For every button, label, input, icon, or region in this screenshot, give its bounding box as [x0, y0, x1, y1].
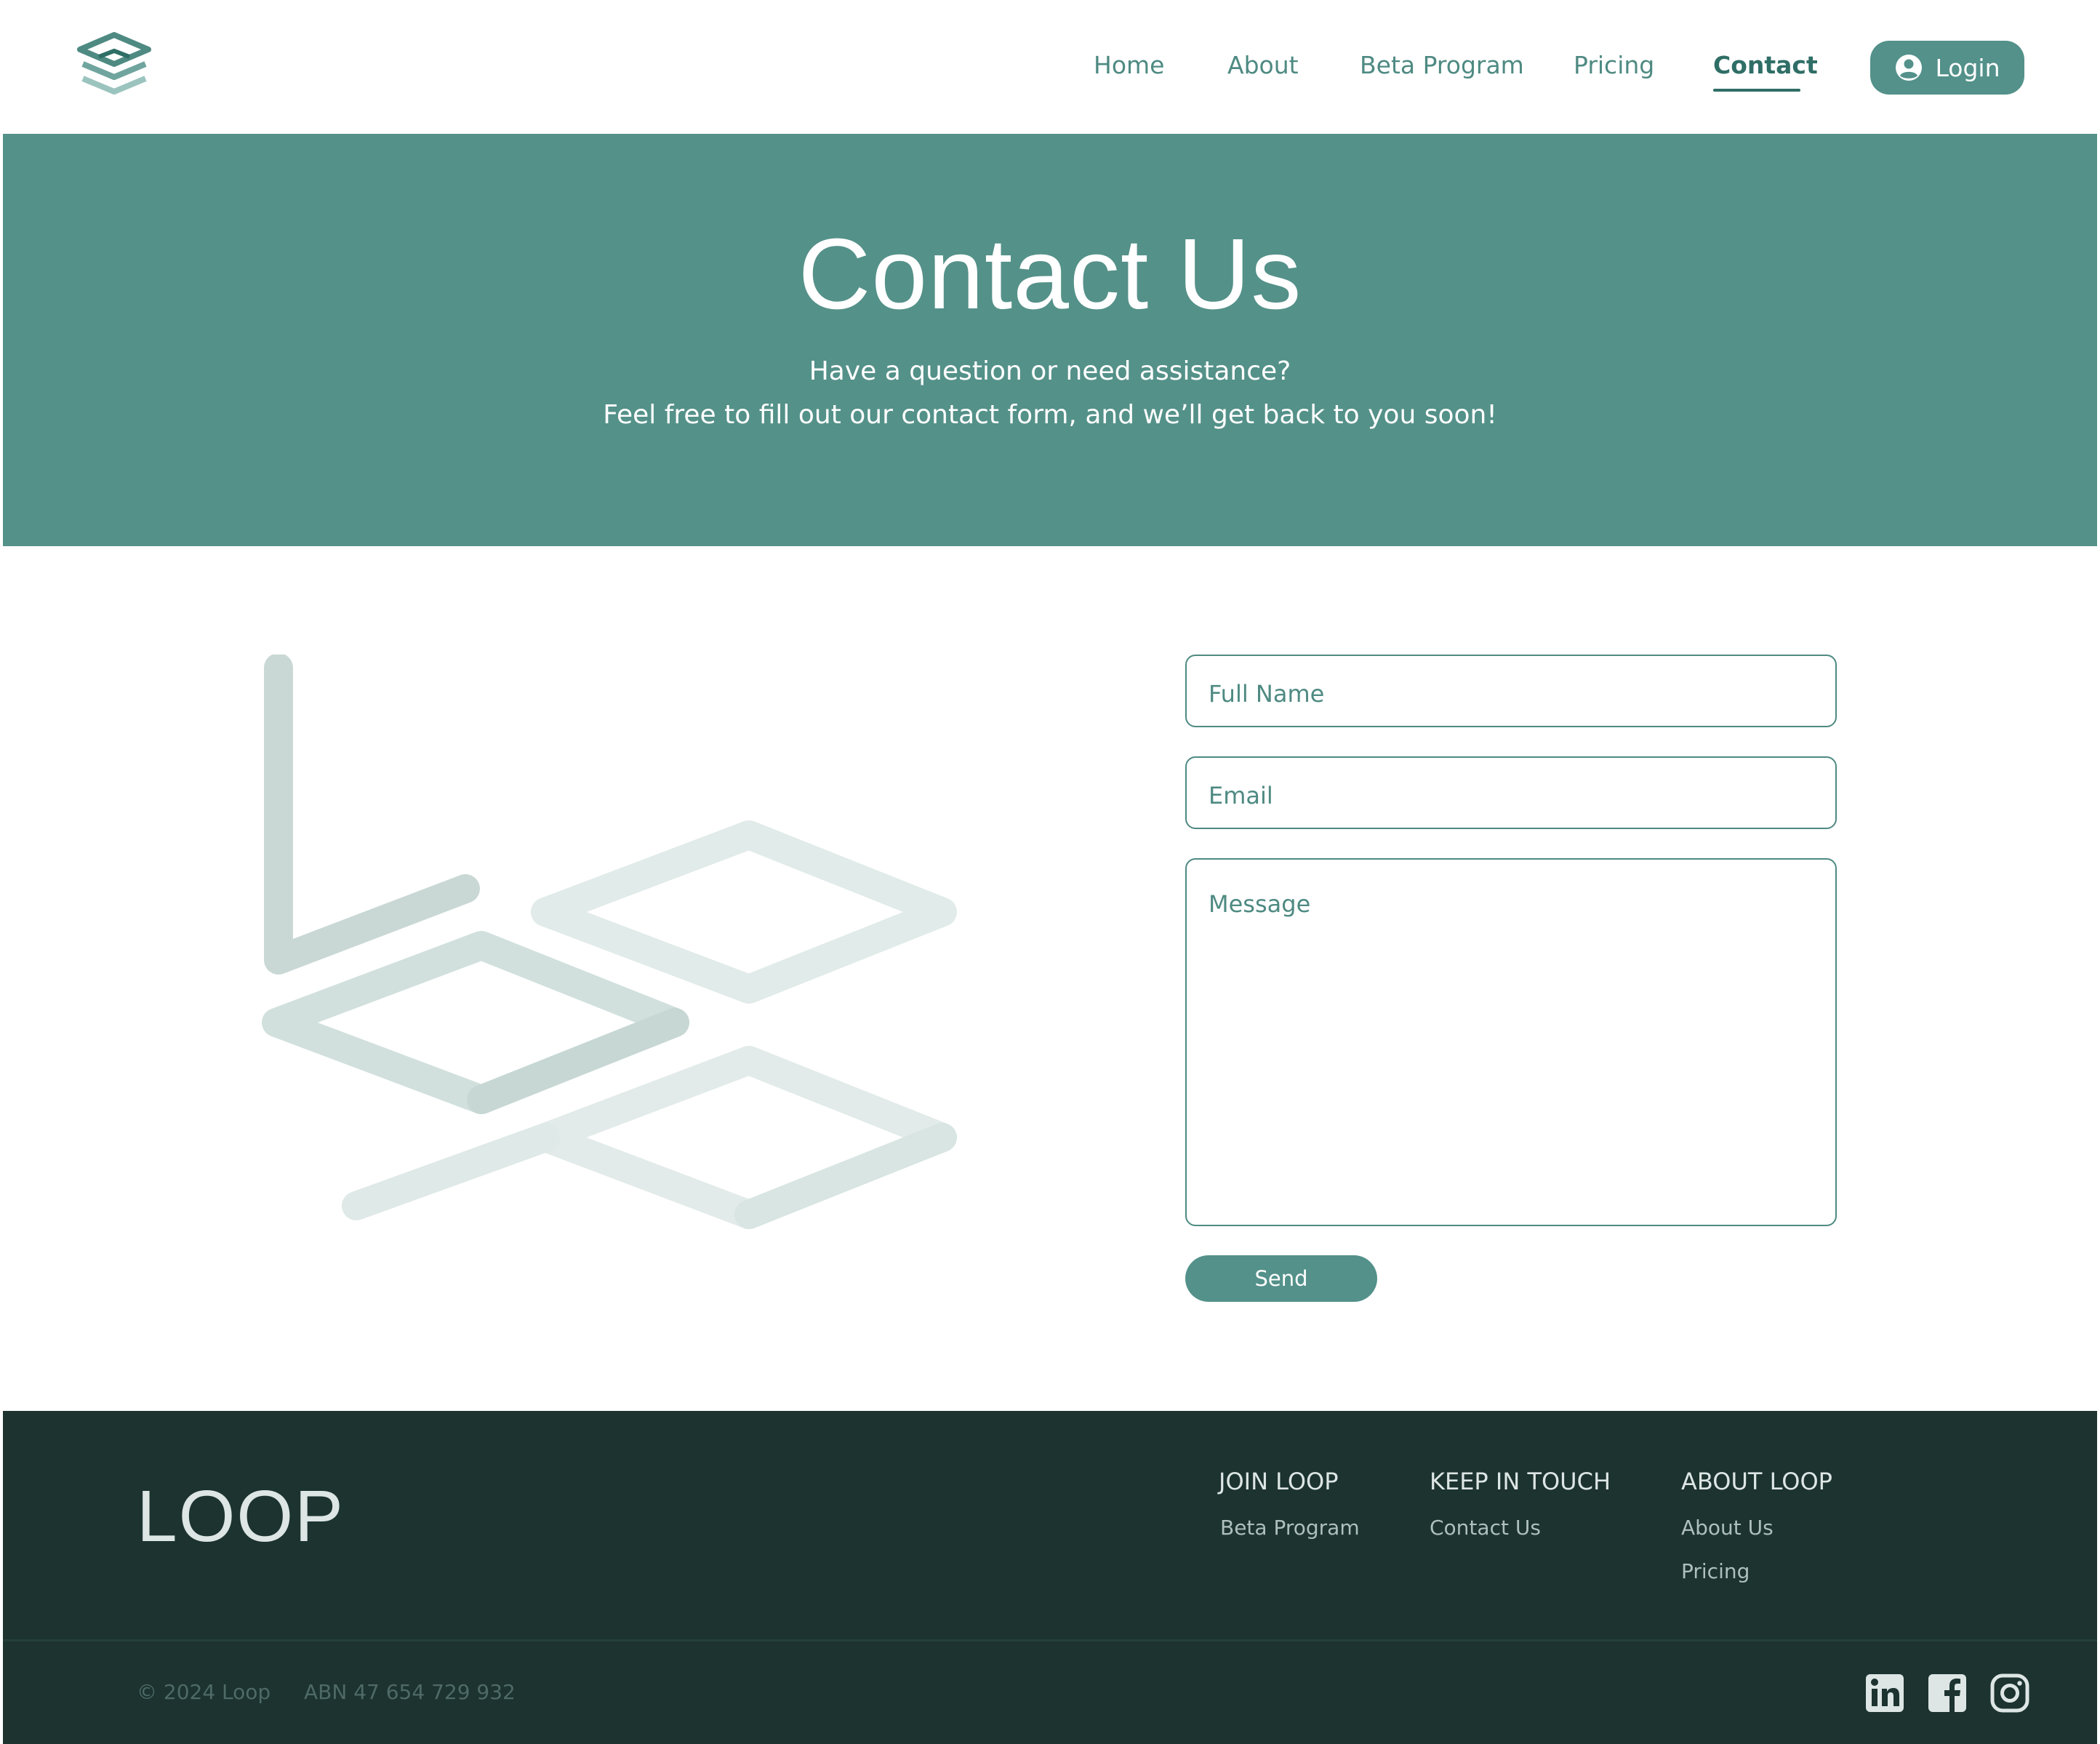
- nav-home[interactable]: Home: [1094, 51, 1164, 79]
- linkedin-icon[interactable]: [1864, 1673, 1905, 1713]
- nav-active-indicator: [1713, 89, 1800, 92]
- login-button[interactable]: Login: [1870, 41, 2024, 95]
- instagram-icon[interactable]: [1989, 1673, 2030, 1713]
- layered-stack-logo-icon[interactable]: [76, 32, 153, 102]
- nav-about[interactable]: About: [1227, 51, 1299, 79]
- loop-letters-illustration: [262, 655, 957, 1229]
- site-footer: LOOP JOIN LOOP Beta Program KEEP IN TOUC…: [3, 1411, 2097, 1744]
- message-textarea[interactable]: Message: [1185, 858, 1837, 1226]
- footer-heading-about: ABOUT LOOP: [1681, 1468, 1832, 1495]
- hero-banner: Contact Us Have a question or need assis…: [3, 134, 2097, 546]
- nav-contact[interactable]: Contact: [1713, 51, 1818, 79]
- footer-link-pricing[interactable]: Pricing: [1681, 1559, 1750, 1583]
- footer-link-about-us[interactable]: About Us: [1681, 1516, 1774, 1540]
- email-input[interactable]: Email: [1185, 756, 1837, 829]
- email-placeholder: Email: [1209, 782, 1273, 809]
- footer-link-contact-us[interactable]: Contact Us: [1430, 1516, 1541, 1540]
- page-title: Contact Us: [798, 218, 1302, 330]
- footer-heading-keep-in-touch: KEEP IN TOUCH: [1430, 1468, 1611, 1495]
- full-name-placeholder: Full Name: [1209, 680, 1325, 708]
- message-placeholder: Message: [1209, 890, 1311, 918]
- copyright-text: © 2024 Loop: [137, 1680, 271, 1704]
- user-circle-icon: [1896, 55, 1923, 81]
- site-header: Home About Beta Program Pricing Contact …: [0, 0, 2100, 134]
- abn-text: ABN 47 654 729 932: [304, 1680, 516, 1704]
- footer-brand: LOOP: [137, 1476, 345, 1557]
- nav-beta-program[interactable]: Beta Program: [1360, 51, 1524, 79]
- footer-heading-join: JOIN LOOP: [1219, 1468, 1339, 1495]
- nav-pricing[interactable]: Pricing: [1574, 51, 1654, 79]
- hero-subtitle-line1: Have a question or need assistance?: [809, 356, 1291, 386]
- footer-link-beta-program[interactable]: Beta Program: [1220, 1516, 1360, 1540]
- facebook-icon[interactable]: [1927, 1673, 1968, 1713]
- login-label: Login: [1935, 53, 2000, 82]
- send-button[interactable]: Send: [1185, 1255, 1377, 1302]
- full-name-input[interactable]: Full Name: [1185, 655, 1837, 727]
- footer-divider: [3, 1639, 2097, 1641]
- hero-subtitle-line2: Feel free to fill out our contact form, …: [603, 400, 1497, 430]
